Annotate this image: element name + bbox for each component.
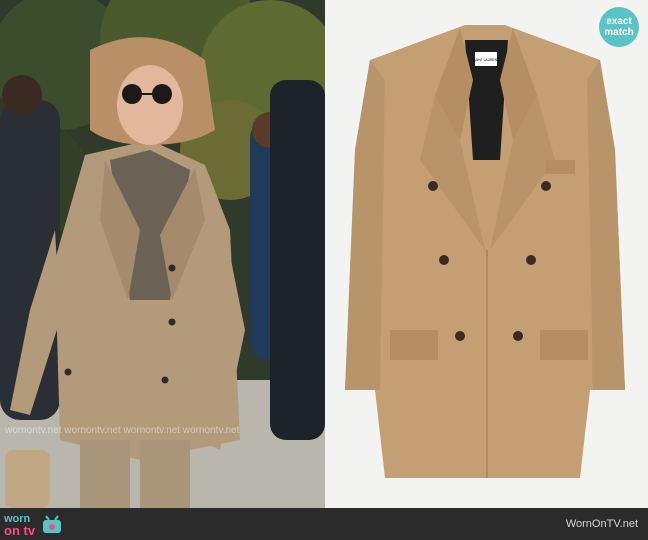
badge-line2: match bbox=[604, 27, 634, 38]
right-product-photo: SAINT LAURENT bbox=[325, 0, 648, 508]
logo-line2: on tv bbox=[4, 523, 36, 538]
exact-match-badge[interactable]: exact match bbox=[599, 7, 639, 47]
watermark-text: wornontv.net wornontv.net wornontv.net w… bbox=[5, 425, 240, 436]
tv-icon bbox=[43, 515, 62, 533]
footer-site-name: WornOnTV.net bbox=[565, 518, 638, 530]
footer-bar: worn on tv WornOnTV.net bbox=[0, 508, 648, 540]
badge-line1: exact bbox=[606, 16, 632, 27]
logo-text: worn on tv bbox=[4, 514, 36, 538]
left-photo: wornontv.net wornontv.net wornontv.net w… bbox=[0, 0, 325, 508]
footer-logo[interactable]: worn on tv bbox=[4, 512, 63, 538]
blazer-product-illustration: SAINT LAURENT bbox=[325, 0, 648, 508]
brand-label: SAINT LAURENT bbox=[473, 58, 499, 62]
